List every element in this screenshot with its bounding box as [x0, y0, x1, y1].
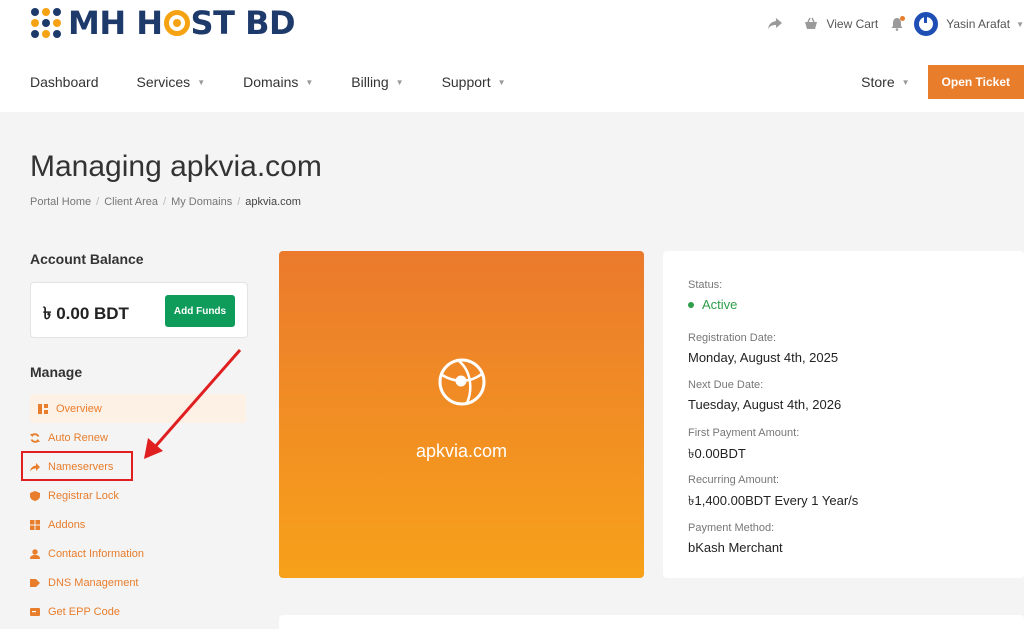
status-text: Active: [702, 297, 738, 312]
breadcrumb-separator: /: [163, 196, 167, 208]
nav-services[interactable]: Services ▼: [137, 74, 206, 90]
breadcrumb-portal-home[interactable]: Portal Home: [30, 196, 91, 208]
logo-o-icon: [163, 10, 190, 36]
brand-name-part2: ST BD: [190, 4, 296, 42]
menu-item-label: DNS Management: [48, 576, 139, 589]
status-row: Status: Active: [688, 279, 737, 312]
add-funds-button[interactable]: Add Funds: [165, 295, 235, 327]
cart-basket-icon[interactable]: [804, 17, 818, 31]
nav-services-label: Services: [136, 74, 191, 90]
view-cart-link[interactable]: View Cart: [826, 17, 878, 31]
chevron-down-icon: ▼: [197, 77, 206, 87]
breadcrumb-separator: /: [96, 196, 100, 208]
balance-card: ৳ 0.00 BDT Add Funds: [30, 282, 248, 338]
nav-right: Store ▼ Open Ticket: [861, 65, 1024, 99]
page-title: Managing apkvia.com: [30, 150, 322, 183]
recurring-amount-row: Recurring Amount: ৳1,400.00BDT Every 1 Y…: [688, 474, 858, 513]
status-value: Active: [688, 297, 737, 312]
user-avatar[interactable]: [914, 12, 939, 36]
menu-item-label: Addons: [48, 518, 86, 531]
shield-icon: [30, 490, 40, 501]
main-nav: Dashboard Services ▼ Domains ▼ Billing ▼ Su…: [30, 62, 544, 102]
dashboard-icon: [38, 403, 48, 414]
domain-info-card: Status: Active Registration Date: Monday…: [663, 251, 1024, 578]
nav-dashboard-label: Dashboard: [30, 74, 99, 90]
balance-amount: ৳ 0.00 BDT: [43, 304, 129, 323]
brand-logo[interactable]: MH H ST BD: [30, 4, 296, 42]
user-icon: [30, 548, 40, 559]
menu-item-dns-management[interactable]: DNS Management: [30, 568, 246, 597]
menu-item-addons[interactable]: Addons: [30, 510, 246, 539]
tag-icon: [30, 578, 40, 587]
manage-title: Manage: [30, 364, 83, 380]
registration-date-label: Registration Date:: [688, 332, 777, 344]
menu-item-registrar-lock[interactable]: Registrar Lock: [30, 481, 246, 510]
menu-item-label: Overview: [56, 402, 102, 415]
menu-item-label: Auto Renew: [48, 431, 108, 444]
recurring-amount-value: ৳1,400.00BDT Every 1 Year/s: [688, 493, 859, 508]
nav-store[interactable]: Store ▼: [861, 74, 909, 90]
registration-date-value: Monday, August 4th, 2025: [688, 350, 839, 365]
domain-card: apkvia.com: [279, 251, 644, 578]
payment-method-value: bKash Merchant: [688, 540, 783, 555]
breadcrumb-my-domains[interactable]: My Domains: [171, 196, 232, 208]
site-header: MH H ST BD View Cart Yasin Arafat ▼ Dashb…: [0, 0, 1024, 112]
breadcrumb: Portal Home / Client Area / My Domains / ap…: [30, 196, 301, 208]
breadcrumb-separator: /: [237, 196, 241, 208]
share-icon[interactable]: [768, 18, 783, 30]
chevron-down-icon: ▼: [395, 77, 404, 87]
status-label: Status:: [688, 279, 723, 291]
logo-dots-icon: [31, 8, 61, 38]
next-section-card: [279, 615, 1024, 629]
cubes-icon: [30, 519, 40, 530]
chevron-down-icon: ▼: [497, 77, 506, 87]
nav-dashboard[interactable]: Dashboard: [30, 74, 99, 90]
status-dot: [688, 301, 694, 308]
first-payment-label: First Payment Amount:: [688, 427, 800, 439]
notification-dot: [900, 16, 906, 21]
registration-date-row: Registration Date: Monday, August 4th, 2…: [688, 332, 838, 365]
chevron-down-icon: ▼: [901, 77, 910, 87]
first-payment-row: First Payment Amount: ৳0.00BDT: [688, 427, 799, 466]
nav-support-label: Support: [441, 74, 491, 90]
nav-billing-label: Billing: [351, 74, 389, 90]
brand-name: MH H ST BD: [68, 4, 296, 42]
user-menu-caret-icon[interactable]: ▼: [1016, 20, 1024, 29]
menu-item-get-epp-code[interactable]: Get EPP Code: [30, 597, 246, 626]
payment-method-label: Payment Method:: [688, 522, 775, 534]
menu-item-label: Get EPP Code: [48, 605, 120, 618]
next-due-date-row: Next Due Date: Tuesday, August 4th, 2026: [688, 379, 841, 412]
menu-item-label: Contact Information: [48, 547, 144, 560]
brand-name-part1: MH H: [68, 4, 163, 42]
nav-billing[interactable]: Billing ▼: [351, 74, 403, 90]
power-icon: [919, 15, 934, 31]
code-icon: [30, 607, 40, 616]
breadcrumb-current: apkvia.com: [245, 196, 301, 208]
domain-name: apkvia.com: [415, 441, 508, 461]
menu-item-label: Registrar Lock: [48, 489, 119, 502]
nav-store-label: Store: [861, 74, 895, 90]
annotation-highlight-box: [21, 451, 133, 481]
nav-domains-label: Domains: [243, 74, 299, 90]
user-name[interactable]: Yasin Arafat: [946, 17, 1010, 31]
first-payment-value: ৳0.00BDT: [688, 446, 746, 461]
breadcrumb-client-area[interactable]: Client Area: [104, 196, 158, 208]
next-due-date-label: Next Due Date:: [688, 379, 764, 391]
annotation-arrow-icon: [144, 349, 242, 459]
top-utility-bar: View Cart Yasin Arafat ▼: [768, 10, 1024, 38]
account-balance-title: Account Balance: [30, 251, 144, 267]
globe-icon: [438, 358, 486, 406]
recurring-amount-label: Recurring Amount:: [688, 474, 780, 486]
chevron-down-icon: ▼: [305, 77, 314, 87]
notification-bell-icon[interactable]: [890, 16, 906, 31]
next-due-date-value: Tuesday, August 4th, 2026: [688, 397, 842, 412]
refresh-icon: [30, 432, 40, 443]
nav-support[interactable]: Support ▼: [442, 74, 506, 90]
nav-domains[interactable]: Domains ▼: [243, 74, 313, 90]
payment-method-row: Payment Method: bKash Merchant: [688, 522, 783, 555]
menu-item-contact-information[interactable]: Contact Information: [30, 539, 246, 568]
open-ticket-button[interactable]: Open Ticket: [927, 65, 1024, 99]
